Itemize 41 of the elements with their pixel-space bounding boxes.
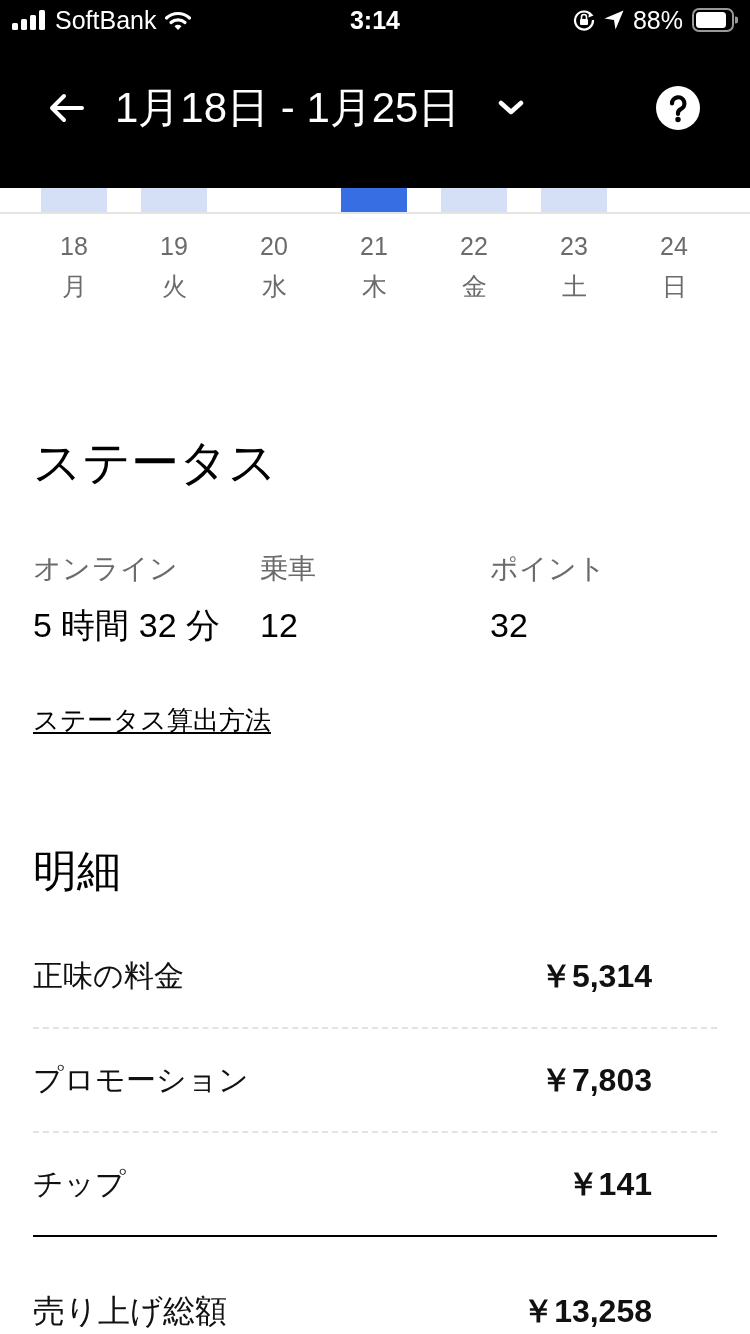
stat-value: 5 時間 32 分 [33,605,222,646]
chart-bar[interactable] [441,188,507,212]
battery-percentage: 88% [632,5,683,35]
orientation-lock-icon [572,9,595,31]
chart-bar[interactable] [141,188,207,212]
date-range-dropdown[interactable]: 1月18日 - 1月25日 [115,81,525,135]
stat-label: 乗車 [260,552,317,586]
stat-label: オンライン [33,552,179,586]
section-title: 明細 [33,845,122,897]
breakdown-label: チップ [33,1166,126,1202]
total-amount: ￥13,258 [522,1292,652,1331]
day-tab[interactable]: 24 日 [656,226,692,306]
help-icon[interactable] [656,86,700,130]
signal-icon [12,10,46,30]
breakdown-amount: ￥5,314 [539,957,652,996]
day-tab[interactable]: 20 水 [256,226,292,306]
day-tab[interactable]: 23 土 [556,226,592,306]
breakdown-label: 正味の料金 [33,958,184,994]
day-tab[interactable]: 21 木 [356,226,392,306]
status-calculation-link[interactable]: ステータス算出方法 [33,702,271,738]
back-arrow-icon[interactable] [48,93,84,123]
chart-bar[interactable] [341,188,407,212]
stat-value: 32 [490,605,529,646]
battery-icon [692,8,738,32]
location-arrow-icon [603,10,624,30]
total-label: 売り上げ総額 [33,1292,227,1331]
day-tab[interactable]: 22 金 [456,226,492,306]
carrier-name: SoftBank [55,5,157,35]
day-tab[interactable]: 19 火 [156,226,192,306]
breakdown-amount: ￥7,803 [539,1061,652,1100]
clock-time: 3:14 [349,5,400,35]
chart-bar[interactable] [541,188,607,212]
stat-label: ポイント [490,552,607,586]
breakdown-amount: ￥141 [566,1165,652,1204]
day-tab[interactable]: 18 月 [56,226,92,306]
stat-value: 12 [260,605,299,646]
chart-bar[interactable] [41,188,107,212]
chevron-down-icon[interactable] [498,100,525,116]
section-title: ステータス [33,435,278,491]
breakdown-label: プロモーション [33,1062,249,1098]
wifi-icon [165,10,192,30]
